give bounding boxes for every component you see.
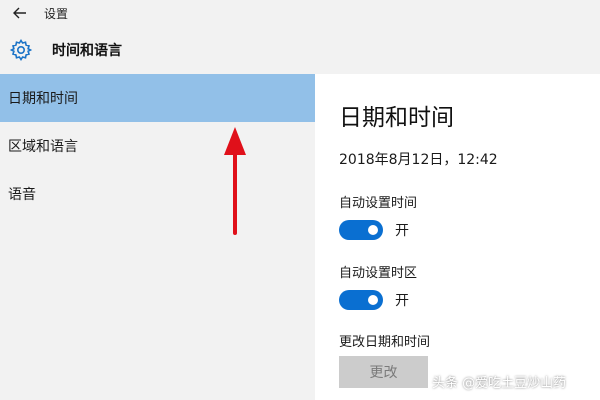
change-button[interactable]: 更改 [339,356,428,388]
title-bar: 设置 [0,0,600,26]
sidebar-item-label: 区域和语言 [8,139,78,155]
sidebar-item-speech[interactable]: 语音 [0,170,315,218]
watermark: 头条 @爱吃土豆炒山药 [432,376,567,391]
auto-timezone-label: 自动设置时区 [339,266,418,281]
back-arrow-icon [13,7,26,19]
sidebar-item-date-time[interactable]: 日期和时间 [0,74,315,122]
back-button[interactable] [0,0,40,26]
section-title: 时间和语言 [52,43,122,59]
annotation-arrow-icon [224,127,246,235]
auto-time-label: 自动设置时间 [339,196,418,211]
page-title: 日期和时间 [339,105,454,131]
gear-icon [8,37,34,63]
page-header: 时间和语言 [0,26,600,74]
auto-timezone-row: 开 [339,290,409,310]
sidebar-item-label: 日期和时间 [8,91,78,107]
change-datetime-label: 更改日期和时间 [339,335,431,350]
auto-timezone-state: 开 [395,293,409,309]
sidebar-item-region-language[interactable]: 区域和语言 [0,122,315,170]
auto-timezone-toggle[interactable] [339,290,383,310]
auto-time-state: 开 [395,223,409,239]
auto-time-toggle[interactable] [339,220,383,240]
content-pane: 日期和时间 2018年8月12日，12:42 自动设置时间 开 自动设置时区 开… [315,74,600,400]
toggle-knob [368,295,378,305]
sidebar-item-label: 语音 [8,187,36,203]
current-datetime: 2018年8月12日，12:42 [339,152,498,168]
auto-time-row: 开 [339,220,409,240]
window-title: 设置 [44,6,69,21]
toggle-knob [368,225,378,235]
sidebar: 日期和时间 区域和语言 语音 [0,74,315,400]
